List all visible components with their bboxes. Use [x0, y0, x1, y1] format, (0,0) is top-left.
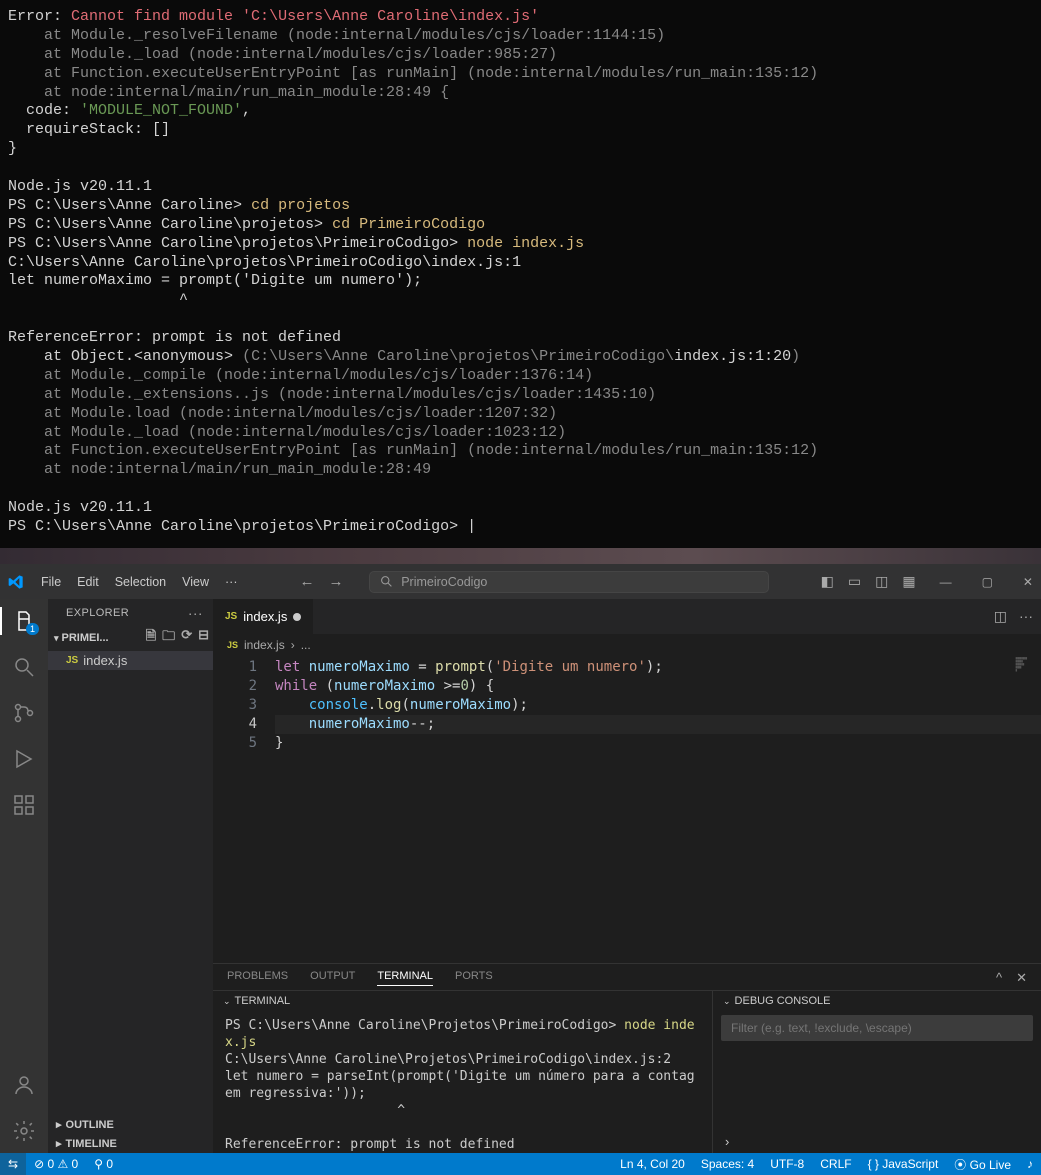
js-file-icon: JS — [66, 655, 78, 666]
tab-terminal[interactable]: TERMINAL — [377, 970, 433, 986]
chevron-down-icon: ⌄ — [223, 996, 231, 1007]
outline-section[interactable]: ▸OUTLINE — [48, 1115, 213, 1134]
js-file-icon: JS — [227, 640, 238, 650]
editor-column: JS index.js ◫ ··· JS index.js › ... 1234… — [213, 599, 1041, 1153]
debug-console-pane: ⌄DEBUG CONSOLE › — [713, 991, 1041, 1153]
refresh-icon[interactable]: ⟳ — [181, 627, 192, 649]
chevron-right-icon: ▸ — [56, 1118, 62, 1131]
external-terminal[interactable]: Error: Cannot find module 'C:\Users\Anne… — [0, 0, 1041, 548]
activity-extensions[interactable] — [12, 793, 36, 817]
activity-account[interactable] — [12, 1073, 36, 1097]
status-eol[interactable]: CRLF — [812, 1157, 859, 1171]
maximize-panel-icon[interactable]: ^ — [996, 970, 1002, 986]
maximize-icon[interactable]: ▢ — [982, 575, 993, 589]
sidebar-header: EXPLORER ··· — [48, 599, 213, 625]
debug-prompt[interactable]: › — [713, 1130, 1041, 1153]
close-panel-icon[interactable]: ✕ — [1016, 970, 1027, 986]
js-file-icon: JS — [225, 611, 237, 622]
window-divider — [0, 548, 1041, 564]
status-encoding[interactable]: UTF-8 — [762, 1157, 812, 1171]
command-center-text: PrimeiroCodigo — [401, 575, 487, 589]
terminal-body[interactable]: PS C:\Users\Anne Caroline\Projetos\Prime… — [213, 1011, 712, 1153]
timeline-section[interactable]: ▸TIMELINE — [48, 1134, 213, 1153]
chevron-down-icon: ⌄ — [723, 996, 731, 1007]
nav-back-icon[interactable]: ← — [300, 573, 315, 590]
layout-controls: ◧ ▭ ◫ ▦ — [821, 573, 916, 590]
collapse-icon[interactable]: ⊟ — [198, 627, 209, 649]
tab-problems[interactable]: PROBLEMS — [227, 970, 288, 986]
code-area[interactable]: let numeroMaximo = prompt('Digite um num… — [275, 656, 1041, 963]
activity-explorer[interactable]: 1 — [12, 609, 36, 633]
sidebar-more-icon[interactable]: ··· — [188, 605, 203, 621]
split-editor-icon[interactable]: ◫ — [994, 608, 1007, 625]
bottom-panel: PROBLEMS OUTPUT TERMINAL PORTS ^ ✕ ⌄TERM… — [213, 963, 1041, 1153]
window-controls: — ▢ ✕ — [940, 575, 1033, 589]
command-center[interactable]: PrimeiroCodigo — [369, 571, 769, 593]
minimap[interactable]: ████████████████████████ — [1016, 658, 1027, 673]
title-bar: File Edit Selection View ··· ← → Primeir… — [0, 564, 1041, 599]
activity-search[interactable] — [12, 655, 36, 679]
menu-bar: File Edit Selection View ··· — [34, 572, 245, 592]
chevron-down-icon: ▾ — [54, 633, 59, 644]
layout-icon[interactable]: ▦ — [902, 573, 915, 590]
nav-forward-icon[interactable]: → — [329, 573, 344, 590]
activity-bar: 1 — [0, 599, 48, 1153]
minimize-icon[interactable]: — — [940, 575, 952, 589]
status-indent[interactable]: Spaces: 4 — [693, 1157, 762, 1171]
activity-source-control[interactable] — [12, 701, 36, 725]
editor-tabs: JS index.js ◫ ··· — [213, 599, 1041, 634]
status-bell-icon[interactable]: ♪ — [1019, 1157, 1041, 1171]
layout-icon[interactable]: ▭ — [848, 573, 861, 590]
dirty-indicator-icon — [293, 613, 301, 621]
nav-history: ← → — [300, 573, 344, 590]
folder-section[interactable]: ▾ PRIMEI... 🗎 🗀 ⟳ ⊟ — [48, 625, 213, 651]
new-folder-icon[interactable]: 🗀 — [162, 627, 175, 649]
chevron-right-icon: ▸ — [56, 1137, 62, 1150]
menu-selection[interactable]: Selection — [108, 572, 173, 592]
gutter: 12345 — [213, 656, 275, 963]
menu-file[interactable]: File — [34, 572, 68, 592]
sidebar: EXPLORER ··· ▾ PRIMEI... 🗎 🗀 ⟳ ⊟ JS inde… — [48, 599, 213, 1153]
more-actions-icon[interactable]: ··· — [1019, 608, 1033, 625]
tab-output[interactable]: OUTPUT — [310, 970, 355, 986]
explorer-badge: 1 — [26, 623, 39, 635]
menu-view[interactable]: View — [175, 572, 216, 592]
vscode-logo-icon — [8, 574, 24, 590]
status-ports[interactable]: ⚲ 0 — [86, 1157, 121, 1171]
status-golive[interactable]: ⦿ Go Live — [946, 1156, 1019, 1173]
layout-icon[interactable]: ◧ — [821, 573, 834, 590]
file-item-index[interactable]: JS index.js — [48, 651, 213, 670]
breadcrumb[interactable]: JS index.js › ... — [213, 634, 1041, 656]
tab-index[interactable]: JS index.js — [213, 599, 313, 634]
remote-button[interactable]: ⇆ — [0, 1153, 26, 1175]
status-bar: ⇆ ⊘ 0 ⚠ 0 ⚲ 0 Ln 4, Col 20 Spaces: 4 UTF… — [0, 1153, 1041, 1175]
new-file-icon[interactable]: 🗎 — [146, 627, 156, 649]
debug-filter-input[interactable] — [721, 1015, 1033, 1041]
layout-icon[interactable]: ◫ — [875, 573, 888, 590]
activity-settings[interactable] — [12, 1119, 36, 1143]
menu-more[interactable]: ··· — [218, 572, 245, 592]
status-cursor[interactable]: Ln 4, Col 20 — [612, 1157, 693, 1171]
status-language[interactable]: { } JavaScript — [860, 1157, 947, 1171]
tab-ports[interactable]: PORTS — [455, 970, 493, 986]
terminal-pane: ⌄TERMINAL PS C:\Users\Anne Caroline\Proj… — [213, 991, 713, 1153]
close-icon[interactable]: ✕ — [1023, 575, 1033, 589]
editor[interactable]: 12345 let numeroMaximo = prompt('Digite … — [213, 656, 1041, 963]
panel-tabs: PROBLEMS OUTPUT TERMINAL PORTS ^ ✕ — [213, 964, 1041, 990]
menu-edit[interactable]: Edit — [70, 572, 106, 592]
vscode-window: File Edit Selection View ··· ← → Primeir… — [0, 564, 1041, 1175]
activity-debug[interactable] — [12, 747, 36, 771]
status-problems[interactable]: ⊘ 0 ⚠ 0 — [26, 1157, 86, 1171]
